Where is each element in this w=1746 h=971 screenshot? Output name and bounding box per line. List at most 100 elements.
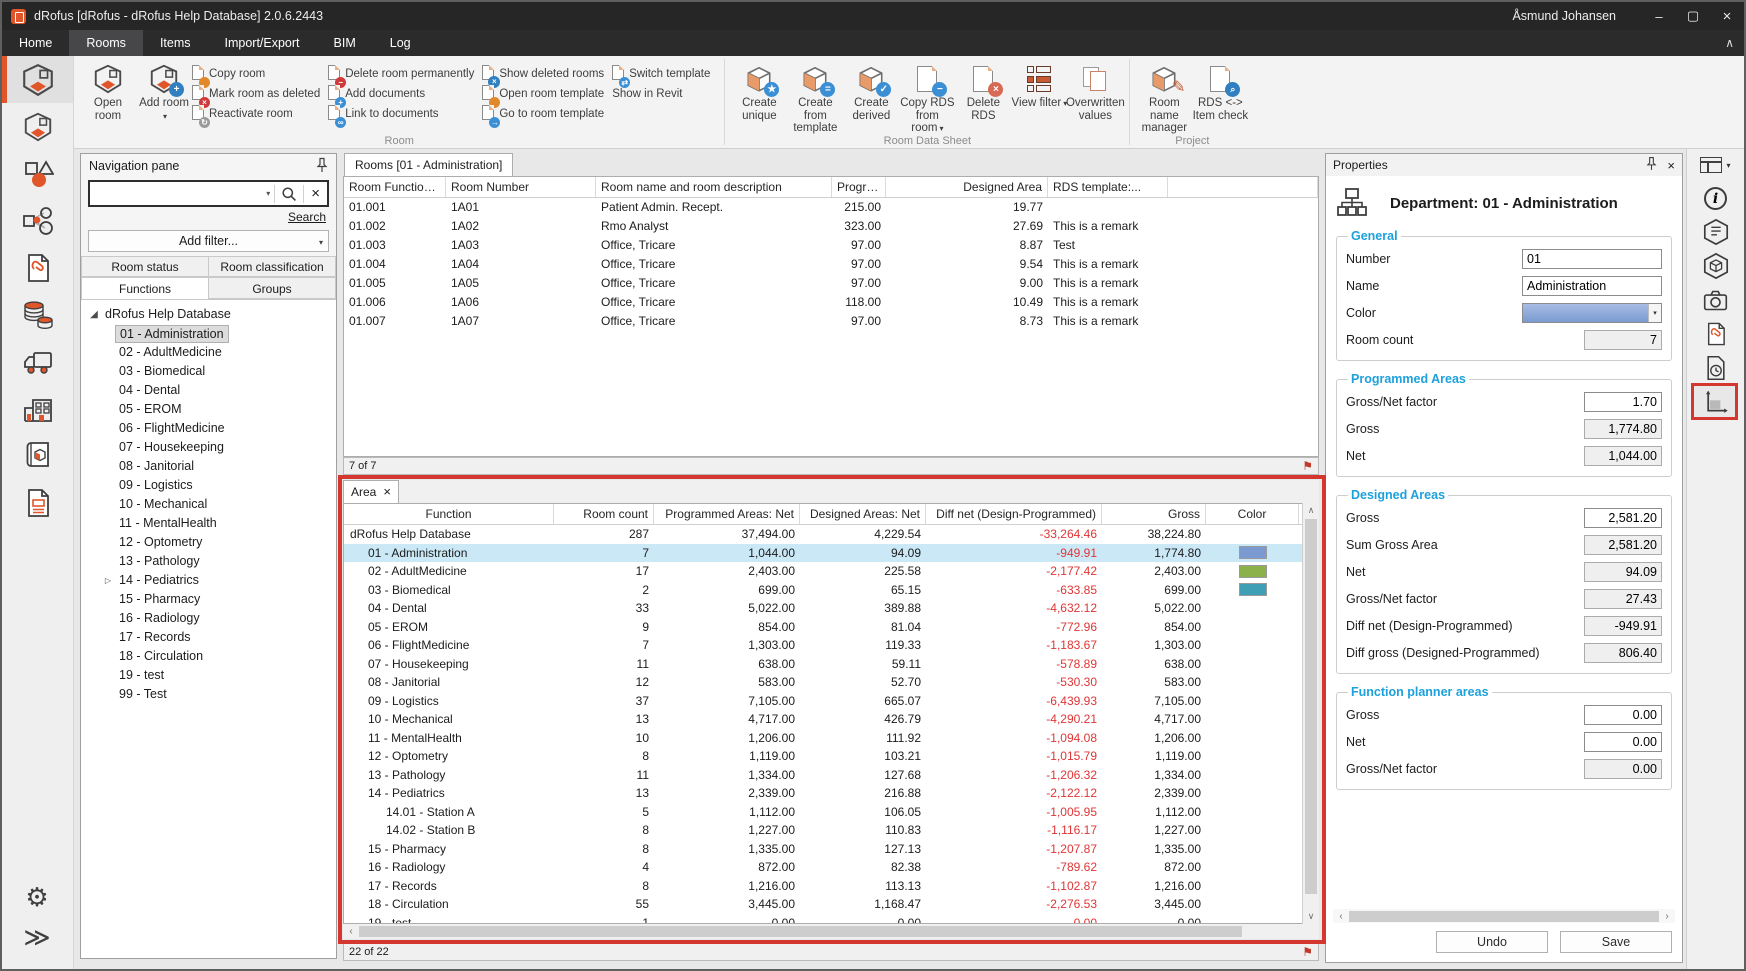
table-row[interactable]: 01.0011A01Patient Admin. Recept.215.0019…	[344, 198, 1318, 217]
close-button[interactable]: ×	[1710, 8, 1744, 25]
area-row[interactable]: 19 - test10.000.000.000.00	[344, 914, 1318, 925]
tree-item-08-janitorial[interactable]: 08 - Janitorial	[81, 457, 336, 476]
tree-item-12-optometry[interactable]: 12 - Optometry	[81, 533, 336, 552]
column-room-count[interactable]: Room count	[554, 504, 654, 524]
tree-item-02-adultmedicine[interactable]: 02 - AdultMedicine	[81, 343, 336, 362]
sidebar-item-buildings[interactable]	[2, 385, 73, 432]
link-to-documents-button[interactable]: ∞Link to documents	[328, 104, 474, 124]
table-row[interactable]: 01.0041A04Office, Tricare97.009.54This i…	[344, 255, 1318, 274]
attachments-tab[interactable]	[1687, 317, 1744, 351]
column-rds-template[interactable]: RDS template:...	[1048, 177, 1168, 197]
room-name-manager-button[interactable]: ✎Room name manager	[1136, 60, 1192, 135]
tree-item-15-pharmacy[interactable]: 15 - Pharmacy	[81, 590, 336, 609]
log-tab[interactable]	[1687, 351, 1744, 385]
open-room-template-button[interactable]: Open room template	[482, 84, 604, 104]
programmed-factor-input[interactable]	[1584, 392, 1662, 412]
area-row[interactable]: 09 - Logistics377,105.00665.07-6,439.937…	[344, 692, 1318, 711]
sidebar-item-logistics[interactable]	[2, 338, 73, 385]
sidebar-item-documents[interactable]	[2, 244, 73, 291]
tree-item-10-mechanical[interactable]: 10 - Mechanical	[81, 495, 336, 514]
area-row[interactable]: 03 - Biomedical2699.0065.15-633.85699.00	[344, 581, 1318, 600]
show-deleted-rooms-button[interactable]: ×Show deleted rooms	[482, 64, 604, 84]
add-documents-button[interactable]: +Add documents	[328, 84, 474, 104]
add-filter-button[interactable]: Add filter... ▾	[88, 230, 329, 252]
settings-gear-icon[interactable]: ⚙	[2, 875, 72, 919]
pin-icon[interactable]	[1646, 156, 1657, 174]
menu-tab-bim[interactable]: BIM	[317, 30, 373, 56]
tab-area[interactable]: Area ×	[343, 480, 399, 503]
expand-sidebar-icon[interactable]: ≫	[2, 919, 72, 959]
number-input[interactable]	[1522, 249, 1662, 269]
snapshot-tab[interactable]	[1687, 283, 1744, 317]
column-diff-net[interactable]: Diff net (Design-Programmed)	[926, 504, 1102, 524]
scroll-up-icon[interactable]: ∧	[1303, 503, 1319, 518]
planner-gross-input[interactable]	[1584, 705, 1662, 725]
create-unique-button[interactable]: ★Create unique	[731, 60, 787, 122]
menu-tab-log[interactable]: Log	[373, 30, 428, 56]
area-row[interactable]: 05 - EROM9854.0081.04-772.96854.00	[344, 618, 1318, 637]
table-row[interactable]: 01.0031A03Office, Tricare97.008.87Test	[344, 236, 1318, 255]
maximize-button[interactable]: ▢	[1676, 8, 1710, 24]
switch-template-button[interactable]: ⇄Switch template	[612, 64, 710, 84]
area-row[interactable]: 18 - Circulation553,445.001,168.47-2,276…	[344, 895, 1318, 914]
create-from-template-button[interactable]: =Create from template	[787, 60, 843, 135]
close-area-tab-icon[interactable]: ×	[383, 481, 391, 503]
close-properties-icon[interactable]: ×	[1667, 158, 1675, 173]
info-tab[interactable]: i	[1687, 181, 1744, 215]
tree-item-99-test[interactable]: 99 - Test	[81, 685, 336, 704]
sidebar-item-finance[interactable]	[2, 291, 73, 338]
tree-item-11-mentalhealth[interactable]: 11 - MentalHealth	[81, 514, 336, 533]
menu-tab-import-export[interactable]: Import/Export	[208, 30, 317, 56]
minimize-button[interactable]: –	[1642, 9, 1676, 24]
area-row[interactable]: 08 - Janitorial12583.0052.70-530.30583.0…	[344, 673, 1318, 692]
table-row[interactable]: 01.0051A05Office, Tricare97.009.00This i…	[344, 274, 1318, 293]
tree-item-18-circulation[interactable]: 18 - Circulation	[81, 647, 336, 666]
tree-item-16-radiology[interactable]: 16 - Radiology	[81, 609, 336, 628]
area-row[interactable]: 07 - Housekeeping11638.0059.11-578.89638…	[344, 655, 1318, 674]
scrollbar-thumb[interactable]	[359, 926, 1242, 937]
items-tab[interactable]	[1687, 249, 1744, 283]
area-row[interactable]: 04 - Dental335,022.00389.88-4,632.125,02…	[344, 599, 1318, 618]
collapse-ribbon-icon[interactable]: ∧	[1725, 30, 1734, 56]
tree-item-06-flightmedicine[interactable]: 06 - FlightMedicine	[81, 419, 336, 438]
tab-rooms-administration[interactable]: Rooms [01 - Administration]	[344, 153, 513, 176]
mark-room-as-deleted-button[interactable]: ×Mark room as deleted	[192, 84, 320, 104]
column-gross[interactable]: Gross	[1102, 504, 1206, 524]
tab-room-status[interactable]: Room status	[81, 256, 209, 277]
area-horizontal-scrollbar[interactable]: ‹	[343, 924, 1302, 939]
delete-room-permanently-button[interactable]: −Delete room permanently	[328, 64, 474, 84]
open-room-button[interactable]: Open room	[80, 60, 136, 122]
table-row[interactable]: 01.0071A07Office, Tricare97.008.73This i…	[344, 312, 1318, 331]
layout-selector[interactable]: ▾	[1687, 149, 1744, 181]
tree-item-14-pediatrics[interactable]: ▷14 - Pediatrics	[81, 571, 336, 590]
column-room-number[interactable]: Room Number	[446, 177, 596, 197]
tree-item-17-records[interactable]: 17 - Records	[81, 628, 336, 647]
area-row[interactable]: 15 - Pharmacy81,335.00127.13-1,207.871,3…	[344, 840, 1318, 859]
flag-icon[interactable]: ⚑	[1302, 459, 1313, 473]
name-input[interactable]	[1522, 276, 1662, 296]
go-to-room-template-button[interactable]: →Go to room template	[482, 104, 604, 124]
reactivate-room-button[interactable]: ↻Reactivate room	[192, 104, 320, 124]
area-row[interactable]: 14.01 - Station A51,112.00106.05-1,005.9…	[344, 803, 1318, 822]
scrollbar-thumb[interactable]	[1305, 519, 1317, 894]
sidebar-item-item-groups[interactable]	[2, 197, 73, 244]
tab-room-classification[interactable]: Room classification	[209, 256, 336, 277]
tab-functions[interactable]: Functions	[81, 277, 209, 299]
column-designed-net[interactable]: Designed Areas: Net	[800, 504, 926, 524]
menu-tab-rooms[interactable]: Rooms	[69, 30, 143, 56]
expanded-node-icon[interactable]: ◢	[87, 305, 101, 324]
sidebar-item-items[interactable]	[2, 150, 73, 197]
scroll-down-icon[interactable]: ∨	[1303, 909, 1319, 924]
menu-tab-home[interactable]: Home	[2, 30, 69, 56]
scroll-right-icon[interactable]: ›	[1659, 911, 1675, 922]
table-row[interactable]: 01.0061A06Office, Tricare118.0010.49This…	[344, 293, 1318, 312]
copy-room-button[interactable]: Copy room	[192, 64, 320, 84]
menu-tab-items[interactable]: Items	[143, 30, 208, 56]
tab-groups[interactable]: Groups	[209, 277, 336, 299]
search-input[interactable]	[90, 182, 262, 205]
column-designed-area[interactable]: Designed Area	[886, 177, 1048, 197]
area-row[interactable]: 11 - MentalHealth101,206.00111.92-1,094.…	[344, 729, 1318, 748]
table-row[interactable]: 01.0021A02Rmo Analyst323.0027.69This is …	[344, 217, 1318, 236]
area-row[interactable]: 14 - Pediatrics132,339.00216.88-2,122.12…	[344, 784, 1318, 803]
area-row[interactable]: 06 - FlightMedicine71,303.00119.33-1,183…	[344, 636, 1318, 655]
